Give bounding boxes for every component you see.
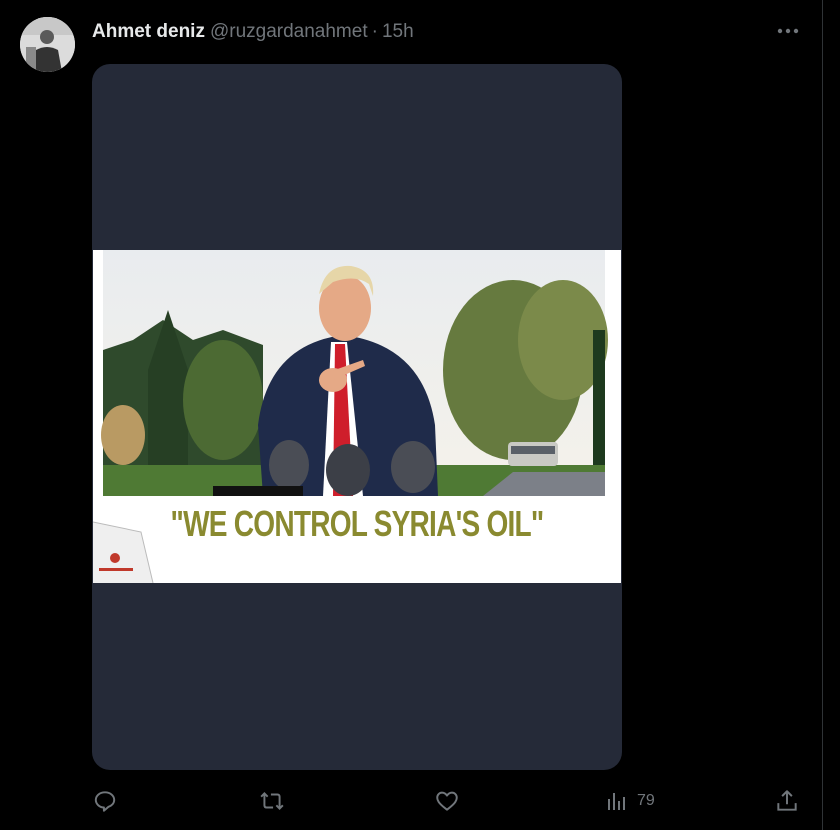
- more-icon[interactable]: [770, 18, 806, 44]
- avatar-photo: [20, 17, 75, 72]
- reply-icon: [94, 791, 116, 812]
- like-button[interactable]: [434, 786, 460, 816]
- header-separator: ·: [371, 21, 378, 42]
- share-button[interactable]: [774, 786, 800, 816]
- reply-button[interactable]: [92, 786, 118, 816]
- more-horizontal-icon: [777, 28, 799, 34]
- share-icon: [777, 790, 797, 811]
- tweet-media[interactable]: "WE CONTROL SYRIA'S OIL": [92, 64, 622, 770]
- avatar[interactable]: [20, 17, 75, 72]
- author-handle[interactable]: @ruzgardanahmet: [210, 20, 368, 44]
- retweet-button[interactable]: [259, 786, 285, 816]
- tweet-actions: 79: [92, 786, 812, 816]
- heart-icon: [436, 791, 458, 811]
- views-count: 79: [637, 792, 655, 809]
- tweet-header: Ahmet deniz @ruzgardanahmet · 15h: [92, 20, 414, 44]
- timestamp[interactable]: 15h: [382, 20, 414, 44]
- views-icon: [608, 793, 625, 810]
- media-image: "WE CONTROL SYRIA'S OIL": [92, 250, 621, 584]
- image-caption: "WE CONTROL SYRIA'S OIL": [170, 503, 545, 544]
- retweet-icon: [260, 792, 284, 810]
- column-border: [822, 0, 823, 830]
- author-name[interactable]: Ahmet deniz: [92, 20, 205, 44]
- views-button[interactable]: 79: [605, 786, 655, 816]
